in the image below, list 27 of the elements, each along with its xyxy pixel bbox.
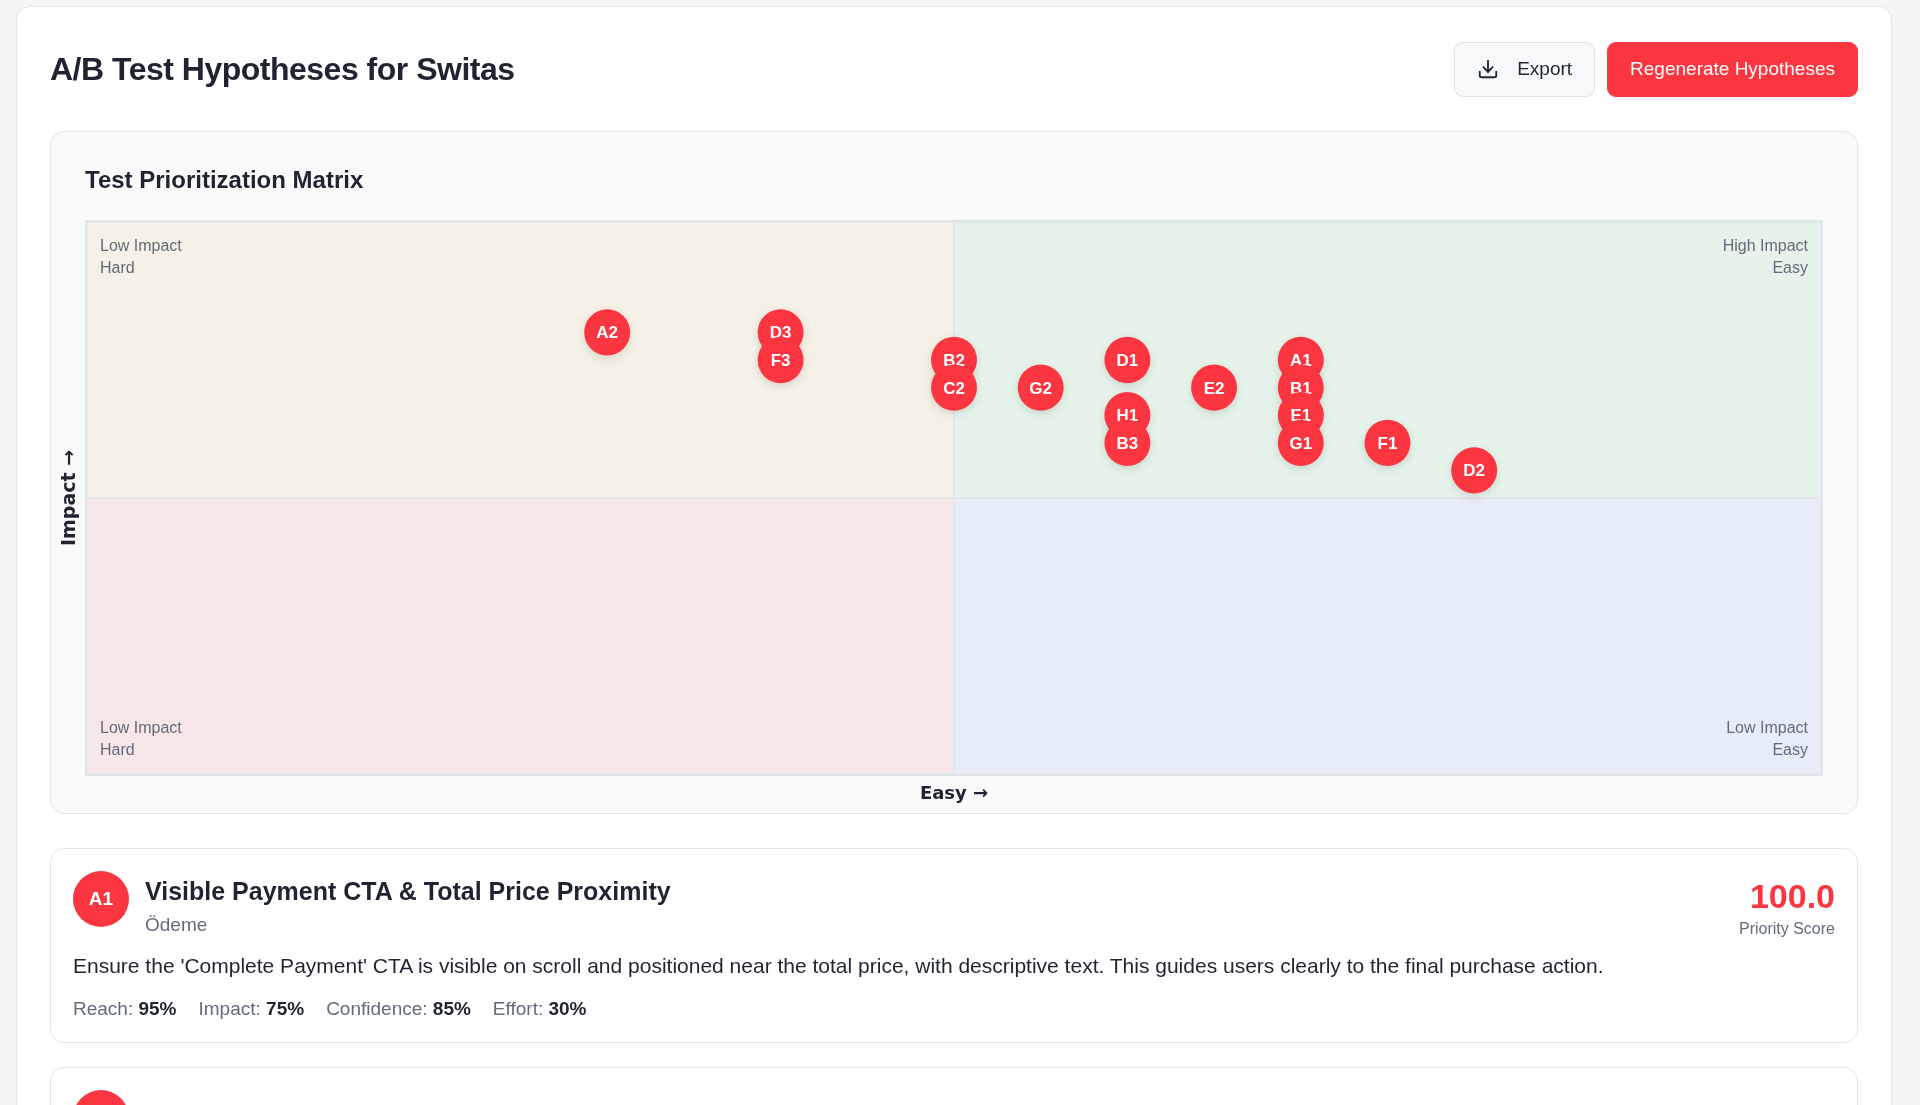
download-icon [1477,58,1500,80]
hypothesis-marker[interactable]: D1 [1104,336,1151,384]
priority-score-label: Priority Score [1738,920,1835,938]
hypothesis-marker[interactable]: E2 [1191,364,1238,411]
hypothesis-title: Visible Payment CTA & Total Price Proximity [145,877,672,906]
hypothesis-marker[interactable]: D2 [1451,447,1498,494]
hypothesis-badge: A1 [73,871,129,927]
quadrant-label: Low Impact Hard [100,718,182,760]
quadrant-label: Low Impact Easy [1726,718,1808,760]
metric: Confidence: 85% [326,998,471,1020]
y-axis-label: Impact → [57,449,79,547]
page-title: A/B Test Hypotheses for Switas [50,50,515,88]
matrix-title: Test Prioritization Matrix [85,166,365,194]
quadrant-label: High Impact Easy [1722,236,1808,278]
hypothesis-category: Ödeme [145,914,209,936]
hypothesis-description: Ensure the 'Complete Payment' CTA is visible on scroll and positioned near the total price, with descriptive text. This guides users clearly to the final purchase action. [73,953,1605,979]
x-axis-label: Easy → [919,782,989,803]
export-button[interactable]: Export [1454,41,1596,97]
metric: Reach: 95% [73,998,177,1020]
quadrant-label: Low Impact Hard [100,236,182,278]
metric: Effort: 30% [492,998,587,1020]
metric: Impact: 75% [198,998,305,1020]
hypothesis-marker[interactable]: G2 [1017,364,1064,411]
priority-score: 100.0 [1749,877,1835,916]
regenerate-button[interactable]: Regenerate Hypotheses [1607,41,1858,97]
hypothesis-marker[interactable]: A2 [584,309,631,356]
hypothesis-marker[interactable]: F1 [1364,419,1411,466]
